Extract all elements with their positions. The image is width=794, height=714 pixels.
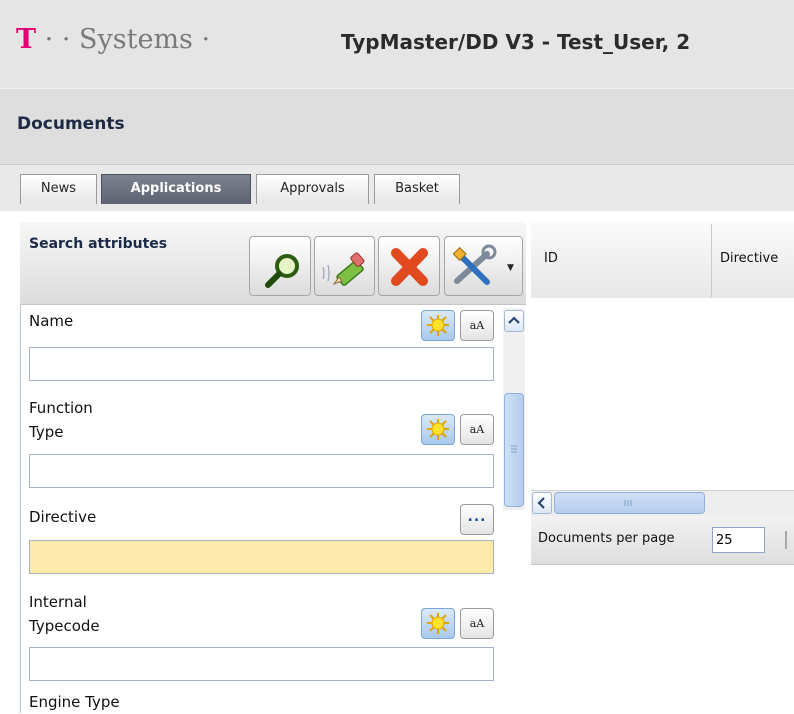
- wildcard-toggle-internal-typecode[interactable]: [421, 608, 455, 639]
- name-label: Name: [29, 312, 74, 330]
- grid-empty-area: [531, 565, 794, 713]
- horizontal-scroll-thumb[interactable]: [554, 492, 705, 514]
- toolbar-separator: [785, 531, 787, 549]
- internal-typecode-label-line1: Internal: [29, 593, 87, 611]
- tab-approvals[interactable]: Approvals: [256, 174, 369, 204]
- directive-input[interactable]: [29, 540, 494, 574]
- wildcard-toggle-name[interactable]: [421, 310, 455, 341]
- documents-per-page-label: Documents per page: [538, 531, 675, 546]
- sun-icon: [427, 315, 449, 336]
- directive-label: Directive: [29, 508, 97, 526]
- tab-basket[interactable]: Basket: [374, 174, 460, 204]
- app-title: TypMaster/DD V3 - Test_User, 2: [341, 30, 691, 54]
- internal-typecode-label-line2: Typecode: [29, 617, 100, 635]
- delete-button[interactable]: [378, 236, 440, 296]
- case-toggle-name[interactable]: aA: [460, 310, 494, 341]
- grid-body: [531, 298, 794, 490]
- grip-icon: [511, 445, 517, 453]
- tab-news[interactable]: News: [20, 174, 97, 204]
- case-toggle-internal-typecode[interactable]: aA: [460, 608, 494, 639]
- function-type-label-line2: Type: [29, 423, 64, 441]
- eraser-pencil-icon: [322, 252, 365, 286]
- clear-form-button[interactable]: [314, 236, 375, 296]
- scroll-left-button[interactable]: [532, 492, 552, 514]
- column-divider[interactable]: [711, 224, 712, 297]
- magnifier-icon: [265, 254, 299, 288]
- dropdown-arrow-icon: ▼: [507, 263, 514, 273]
- grip-icon: [624, 500, 632, 506]
- column-header-id[interactable]: ID: [544, 251, 558, 266]
- internal-typecode-input[interactable]: [29, 647, 494, 681]
- search-panel-title: Search attributes: [29, 236, 168, 252]
- engine-type-label: Engine Type: [29, 693, 120, 711]
- function-type-label-line1: Function: [29, 399, 93, 417]
- t-systems-logo: T · · Systems ·: [16, 24, 211, 55]
- chevron-up-icon: [508, 316, 520, 324]
- vertical-scroll-thumb[interactable]: [504, 393, 524, 507]
- tab-applications[interactable]: Applications: [101, 174, 251, 204]
- column-header-directive[interactable]: Directive: [720, 251, 778, 266]
- wildcard-toggle-function-type[interactable]: [421, 414, 455, 445]
- documents-per-page-input[interactable]: [712, 527, 765, 553]
- page-title: Documents: [17, 114, 125, 134]
- chevron-left-icon: [537, 497, 545, 509]
- directive-lookup-button[interactable]: ...: [460, 504, 494, 535]
- function-type-input[interactable]: [29, 454, 494, 488]
- name-input[interactable]: [29, 347, 494, 381]
- tools-menu-button[interactable]: ▼: [444, 236, 523, 296]
- sun-icon: [427, 613, 449, 634]
- scroll-up-button[interactable]: [504, 310, 524, 332]
- search-button[interactable]: [249, 236, 311, 296]
- sun-icon: [427, 419, 449, 440]
- case-toggle-function-type[interactable]: aA: [460, 414, 494, 445]
- red-x-icon: [391, 248, 428, 286]
